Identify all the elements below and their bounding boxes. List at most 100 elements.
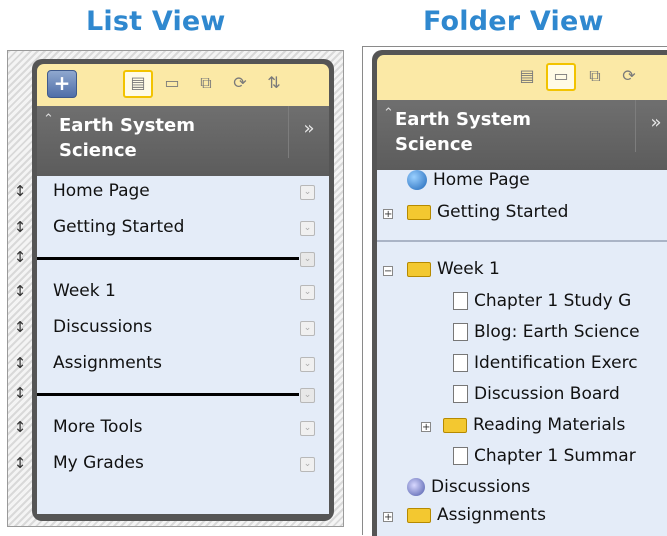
tree-item-label: Reading Materials	[473, 415, 626, 435]
collapse-menu-button[interactable]: »	[288, 106, 329, 158]
list-icon[interactable]: ▤	[123, 70, 153, 98]
menu-options-icon[interactable]: ⌄	[300, 388, 315, 403]
drag-handle-icon[interactable]: ↕	[13, 182, 27, 200]
course-name: Earth System Science	[59, 115, 195, 161]
course-header: ⌃ Earth System Science »	[377, 100, 667, 170]
tree-item-blog-earth-science[interactable]: Blog: Earth Science	[453, 322, 640, 348]
folder-icon	[443, 417, 467, 433]
course-menu-panel: ▤ ▭ ⧉ ⟳ ⌃ Earth System Science » Home Pa…	[372, 50, 667, 536]
menu-item-label: Assignments	[53, 353, 162, 373]
list-icon[interactable]: ▤	[512, 63, 542, 91]
sort-icon[interactable]: ⇅	[259, 70, 289, 98]
folder-icon	[407, 507, 431, 523]
folder-icon	[407, 261, 431, 277]
menu-options-icon[interactable]: ⌄	[300, 285, 315, 300]
menu-item-home-page[interactable]: ↕ Home Page ⌄	[14, 176, 329, 210]
tree-item-label: Home Page	[433, 170, 530, 190]
add-menu-item-button[interactable]: +	[47, 70, 77, 98]
menu-item-discussions[interactable]: ↕ Discussions ⌄	[14, 312, 329, 346]
divider-line	[37, 393, 299, 396]
menu-item-label: Getting Started	[53, 217, 185, 237]
tree-item-label: Identification Exerc	[474, 353, 638, 373]
drag-handle-icon[interactable]: ↕	[13, 354, 27, 372]
expand-icon[interactable]: +	[383, 209, 393, 220]
menu-options-icon[interactable]: ⌄	[300, 221, 315, 236]
page-icon	[453, 354, 468, 372]
tree-item-label: Getting Started	[437, 202, 569, 222]
menu-options-icon[interactable]: ⌄	[300, 321, 315, 336]
tree-item-assignments[interactable]: Assignments	[407, 505, 546, 531]
tree-item-label: Chapter 1 Study G	[474, 291, 632, 311]
menu-item-my-grades[interactable]: ↕ My Grades ⌄	[14, 448, 329, 482]
drag-handle-icon[interactable]: ↕	[13, 218, 27, 236]
page-icon	[453, 447, 468, 465]
page-icon	[453, 323, 468, 341]
menu-item-more-tools[interactable]: ↕ More Tools ⌄	[14, 412, 329, 446]
tree-item-label: Assignments	[437, 505, 546, 525]
refresh-icon[interactable]: ⟳	[614, 63, 644, 91]
menu-options-icon[interactable]: ⌄	[300, 252, 315, 267]
divider-line	[37, 257, 299, 260]
tree-item-discussion-board[interactable]: Discussion Board	[453, 384, 620, 410]
course-header: ⌃ Earth System Science »	[37, 106, 329, 176]
course-menu-panel: + ▤ ▭ ⧉ ⟳ ⇅ ⌃ Earth System Science » ↕ H…	[14, 59, 334, 521]
tree-item-home-page[interactable]: Home Page	[407, 170, 530, 196]
menu-options-icon[interactable]: ⌄	[300, 421, 315, 436]
drag-handle-icon[interactable]: ↕	[13, 248, 27, 266]
expand-icon[interactable]: +	[421, 422, 431, 433]
drag-handle-icon[interactable]: ↕	[13, 384, 27, 402]
chevron-up-icon[interactable]: ⌃	[383, 106, 394, 121]
tree-item-label: Discussion Board	[474, 384, 620, 404]
menu-item-week-1[interactable]: ↕ Week 1 ⌄	[14, 276, 329, 310]
globe-icon	[407, 170, 427, 190]
folder-icon	[407, 204, 431, 220]
tree-item-getting-started[interactable]: Getting Started	[407, 202, 568, 228]
collapse-icon[interactable]: −	[383, 266, 393, 277]
menu-item-label: More Tools	[53, 417, 143, 437]
drag-handle-icon[interactable]: ↕	[13, 454, 27, 472]
menu-item-label: My Grades	[53, 453, 144, 473]
page-icon	[453, 385, 468, 403]
menu-divider[interactable]: ↕ ⌄	[14, 248, 329, 270]
menu-options-icon[interactable]: ⌄	[300, 457, 315, 472]
discussion-icon	[407, 478, 425, 496]
chevron-up-icon[interactable]: ⌃	[43, 112, 54, 127]
tree-item-reading-materials[interactable]: Reading Materials	[443, 415, 625, 441]
menu-item-label: Week 1	[53, 281, 116, 301]
window-icon[interactable]: ⧉	[191, 70, 221, 98]
page-icon	[453, 292, 468, 310]
tree-item-chapter-1-summary[interactable]: Chapter 1 Summar	[453, 446, 636, 472]
folder-view-frame: ▤ ▭ ⧉ ⟳ ⌃ Earth System Science » Home Pa…	[362, 46, 667, 536]
menu-divider[interactable]	[377, 240, 667, 242]
drag-handle-icon[interactable]: ↕	[13, 418, 27, 436]
tree-item-chapter-1-study-guide[interactable]: Chapter 1 Study G	[453, 291, 631, 317]
course-menu-toolbar: ▤ ▭ ⧉ ⟳	[377, 55, 667, 100]
menu-item-getting-started[interactable]: ↕ Getting Started ⌄	[14, 212, 329, 246]
drag-handle-icon[interactable]: ↕	[13, 318, 27, 336]
tree-item-week-1[interactable]: Week 1	[407, 259, 500, 285]
list-view-frame: + ▤ ▭ ⧉ ⟳ ⇅ ⌃ Earth System Science » ↕ H…	[7, 50, 344, 527]
menu-options-icon[interactable]: ⌄	[300, 185, 315, 200]
expand-icon[interactable]: +	[383, 512, 393, 523]
refresh-icon[interactable]: ⟳	[225, 70, 255, 98]
course-name: Earth System Science	[395, 109, 531, 155]
menu-item-assignments[interactable]: ↕ Assignments ⌄	[14, 348, 329, 382]
tree-item-label: Week 1	[437, 259, 500, 279]
menu-item-label: Home Page	[53, 181, 150, 201]
course-menu-toolbar: + ▤ ▭ ⧉ ⟳ ⇅	[37, 64, 329, 106]
menu-divider[interactable]: ↕ ⌄	[14, 384, 329, 406]
drag-handle-icon[interactable]: ↕	[13, 282, 27, 300]
tree-item-discussions[interactable]: Discussions	[407, 477, 530, 503]
folder-view-title: Folder View	[423, 6, 604, 37]
window-icon[interactable]: ⧉	[580, 63, 610, 91]
tree-item-label: Blog: Earth Science	[474, 322, 640, 342]
list-view-title: List View	[86, 6, 226, 37]
course-menu-tree: Home Page + Getting Started − Week 1 Cha…	[377, 170, 667, 536]
collapse-menu-button[interactable]: »	[635, 100, 667, 152]
menu-item-label: Discussions	[53, 317, 153, 337]
folder-icon[interactable]: ▭	[546, 63, 576, 91]
tree-item-identification-exercise[interactable]: Identification Exerc	[453, 353, 638, 379]
menu-options-icon[interactable]: ⌄	[300, 357, 315, 372]
folder-icon[interactable]: ▭	[157, 70, 187, 98]
tree-item-label: Discussions	[431, 477, 531, 497]
